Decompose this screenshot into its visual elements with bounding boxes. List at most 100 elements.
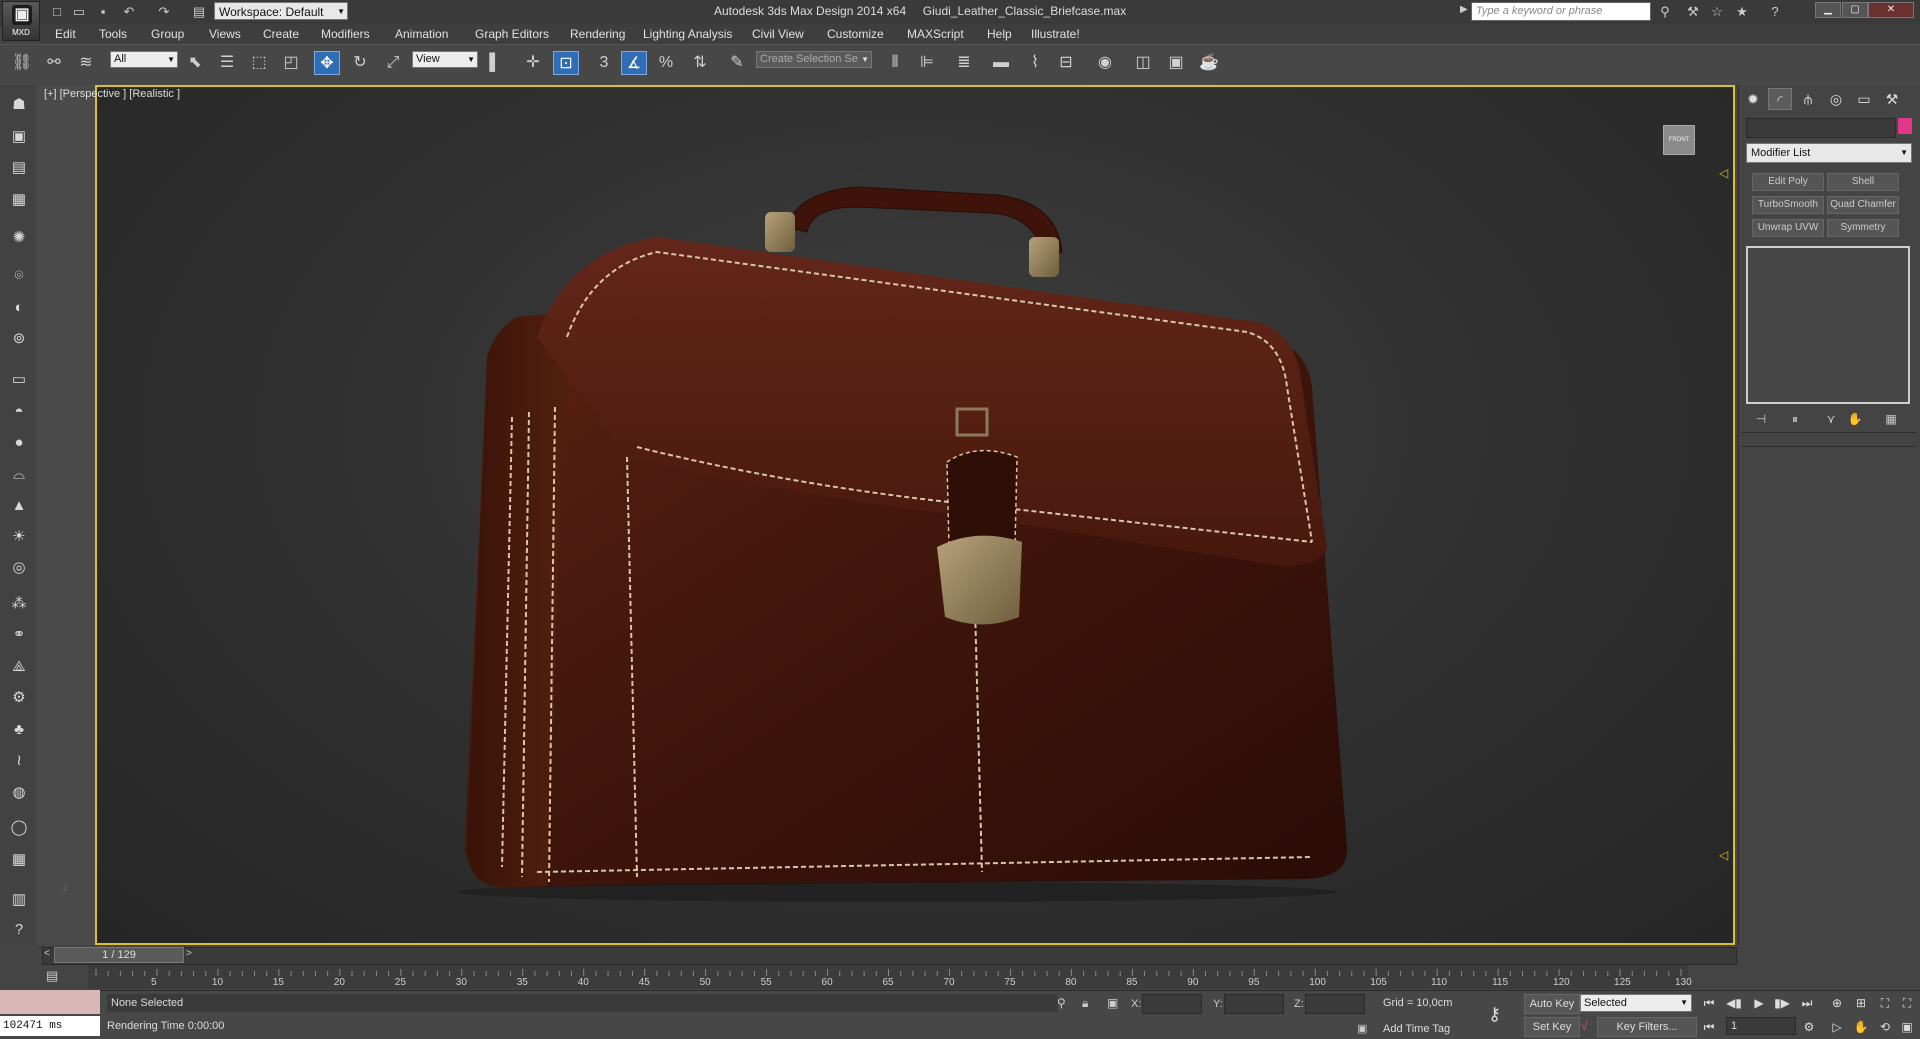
configure-modifier-sets-icon[interactable]: ▦ — [1880, 410, 1902, 428]
add-time-tag[interactable]: Add Time Tag — [1383, 1023, 1450, 1035]
search-expand-icon[interactable]: ▶ — [1460, 4, 1468, 15]
hair-icon[interactable]: ≀ — [8, 751, 30, 771]
select-by-name-icon[interactable]: ☰ — [214, 51, 240, 75]
cone-icon[interactable]: ▲ — [8, 496, 30, 516]
remove-modifier-icon[interactable]: ✋ — [1844, 410, 1866, 428]
tangent-icon[interactable]: √ — [1581, 1019, 1588, 1033]
go-to-end-icon[interactable]: ⏭ — [1796, 994, 1818, 1012]
particles-icon[interactable]: ⁂ — [8, 594, 30, 614]
layers-icon[interactable]: ▦ — [8, 190, 30, 210]
key-mode-dropdown[interactable]: Selected ▼ — [1580, 994, 1692, 1012]
minimize-button[interactable]: ▁ — [1815, 2, 1841, 18]
schematic-view-icon[interactable]: ⊟ — [1053, 51, 1079, 75]
unwrap-uvw-button[interactable]: Unwrap UVW — [1752, 219, 1824, 237]
snaps-toggle-icon[interactable]: 3 — [591, 51, 617, 75]
light-icon[interactable]: ✺ — [8, 228, 30, 248]
menu-animation[interactable]: Animation — [395, 27, 448, 41]
pan-icon[interactable]: ✋ — [1850, 1018, 1872, 1036]
zoom-all-icon[interactable]: ⊞ — [1850, 994, 1872, 1012]
menu-help[interactable]: Help — [987, 27, 1012, 41]
maxscript-listener[interactable] — [0, 990, 100, 1014]
material-editor-icon[interactable]: ◉ — [1092, 51, 1118, 75]
menu-group[interactable]: Group — [151, 27, 184, 41]
object-name-input[interactable] — [1746, 118, 1896, 138]
torus-icon[interactable]: ◎ — [8, 558, 30, 578]
menu-graph-editors[interactable]: Graph Editors — [475, 27, 549, 41]
undo-icon[interactable]: ↶ — [120, 3, 138, 20]
render-production-icon[interactable]: ☕ — [1196, 51, 1222, 75]
selection-lock-icon[interactable]: 🔒︎ — [1082, 996, 1088, 1011]
rectangular-selection-icon[interactable]: ⬚ — [246, 51, 272, 75]
object-color-swatch[interactable] — [1898, 118, 1912, 134]
tools-icon[interactable]: ⚒ — [1684, 3, 1702, 20]
gear-icon[interactable]: ⚙ — [8, 688, 30, 708]
camera-icon[interactable]: ⌾ — [8, 266, 30, 286]
grid-icon[interactable]: ▦ — [8, 850, 30, 870]
plant-icon[interactable]: ♣ — [8, 720, 30, 740]
search-input[interactable]: Type a keyword or phrase — [1471, 2, 1651, 21]
edit-poly-button[interactable]: Edit Poly — [1752, 173, 1824, 191]
percent-snap-icon[interactable]: % — [653, 51, 679, 75]
field-of-view-icon[interactable]: ▷ — [1826, 1018, 1848, 1036]
named-selection-dropdown[interactable]: Create Selection Se ▼ — [756, 51, 872, 68]
time-next-button[interactable]: > — [186, 948, 192, 959]
viewport-settings-icon[interactable]: ▥ — [8, 890, 30, 910]
create-icon[interactable]: ✹ — [1741, 88, 1765, 110]
select-and-move-icon[interactable]: ✥ — [314, 51, 340, 75]
orbit-icon[interactable]: ⟲ — [1874, 1018, 1896, 1036]
sound-icon[interactable]: ◐ — [8, 298, 30, 318]
teapot-icon[interactable]: ☗ — [8, 95, 30, 115]
binoculars-icon[interactable]: ⚲ — [1656, 3, 1674, 20]
maximize-viewport-icon[interactable]: ▣ — [1896, 1018, 1918, 1036]
edit-named-selection-icon[interactable]: ✎ — [724, 51, 750, 75]
selection-filter-dropdown[interactable]: All ▼ — [110, 51, 178, 68]
previous-frame-icon[interactable]: ◀▮ — [1723, 994, 1745, 1012]
menu-maxscript[interactable]: MAXScript — [907, 27, 964, 41]
molecule-icon[interactable]: ⚭ — [8, 625, 30, 645]
utilities-icon[interactable]: ⚒ — [1880, 88, 1904, 110]
close-button[interactable]: ✕ — [1868, 2, 1914, 18]
symmetry-button[interactable]: Symmetry — [1827, 219, 1899, 237]
play-icon[interactable]: ▶ — [1748, 994, 1770, 1012]
time-configuration-icon[interactable]: ⚙ — [1798, 1018, 1820, 1036]
set-key-button[interactable]: Set Key — [1524, 1017, 1580, 1037]
pivot-center-icon[interactable]: ▌ — [482, 51, 508, 75]
link-icon[interactable]: ⛓ — [9, 51, 35, 75]
window-crossing-icon[interactable]: ◰ — [278, 51, 304, 75]
turbosmooth-button[interactable]: TurboSmooth — [1752, 196, 1824, 214]
quad-chamfer-button[interactable]: Quad Chamfer — [1827, 196, 1899, 214]
render-setup-icon[interactable]: ◫ — [1130, 51, 1156, 75]
mirror-icon[interactable]: ⫴ — [882, 51, 908, 75]
help-icon[interactable]: ? — [1766, 3, 1784, 20]
zoom-extents-icon[interactable]: ⛶ — [1874, 994, 1896, 1012]
open-icon[interactable]: ▭ — [70, 3, 88, 20]
graphite-ribbon-icon[interactable]: ▬ — [988, 51, 1014, 75]
z-coordinate-input[interactable] — [1305, 994, 1365, 1014]
reference-coordinate-dropdown[interactable]: View ▼ — [412, 51, 478, 68]
angle-snap-icon[interactable]: ∡ — [621, 51, 647, 75]
select-and-rotate-icon[interactable]: ↻ — [347, 51, 373, 75]
make-unique-icon[interactable]: ⋎ — [1820, 410, 1842, 428]
film-icon[interactable]: ⊚ — [8, 329, 30, 349]
time-slider-thumb[interactable]: 1 / 129 — [54, 947, 184, 963]
scene-explorer-icon[interactable]: ▤ — [8, 158, 30, 178]
current-frame-input[interactable]: 1 — [1726, 1017, 1796, 1035]
redo-icon[interactable]: ↷ — [155, 3, 173, 20]
curve-editor-mini-icon[interactable]: ▤ — [46, 968, 58, 984]
perspective-viewport[interactable] — [95, 85, 1735, 945]
menu-edit[interactable]: Edit — [55, 27, 76, 41]
render-frame-icon[interactable]: ▣ — [8, 127, 30, 147]
material-sphere-icon[interactable]: ◯ — [8, 818, 30, 838]
question-icon[interactable]: ? — [8, 920, 30, 940]
viewport-label[interactable]: [+] [Perspective ] [Realistic ] — [44, 88, 180, 100]
menu-illustrate[interactable]: Illustrate! — [1031, 27, 1080, 41]
auto-key-button[interactable]: Auto Key — [1524, 994, 1580, 1014]
workspace-dropdown[interactable]: Workspace: Default ▼ — [214, 2, 348, 20]
sphere-icon[interactable]: ● — [8, 433, 30, 453]
menu-customize[interactable]: Customize — [827, 27, 884, 41]
next-frame-icon[interactable]: ▮▶ — [1771, 994, 1793, 1012]
key-filters-button[interactable]: Key Filters... — [1597, 1017, 1697, 1037]
project-icon[interactable]: ▤ — [190, 3, 208, 20]
menu-create[interactable]: Create — [263, 27, 299, 41]
menu-modifiers[interactable]: Modifiers — [321, 27, 370, 41]
